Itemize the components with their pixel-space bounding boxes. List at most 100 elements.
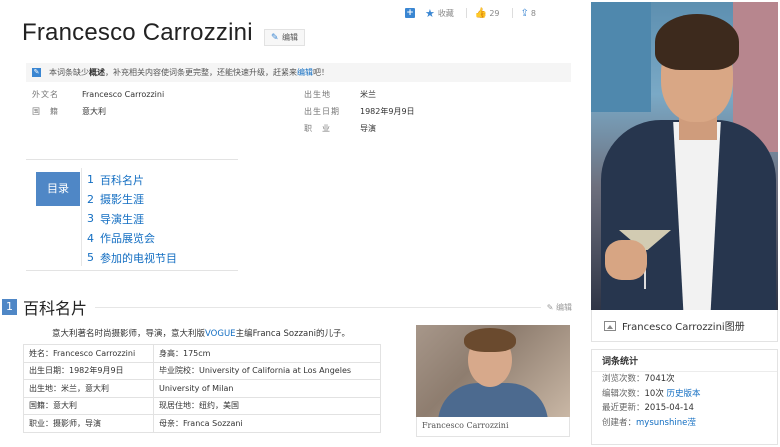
table-row: 国籍：意大利 现居住地：纽约，美国 [23,396,381,415]
basic-info-value: Francesco Carrozzini [82,90,165,99]
photo-background [591,2,651,112]
photo-figure-hair [655,14,739,70]
creator-link[interactable]: mysunshine滢 [636,418,696,428]
toc-item-number: 4 [87,231,94,245]
share-count: 8 [530,8,536,18]
photo-figure-body [438,383,548,417]
basic-info-key: 职 业 [304,124,331,133]
article-photo[interactable] [416,325,570,417]
table-cell: 出生日期：1982年9月9日 [23,361,154,380]
stats-key: 创建者： [602,417,637,428]
stats-row: 浏览次数：7041次 [592,372,777,387]
stats-row: 创建者：mysunshine滢 [592,416,777,431]
toc-item-label: 参加的电视节目 [100,251,177,265]
table-cell: 出生地：米兰，意大利 [23,379,154,398]
pencil-icon: ✎ [546,302,554,312]
stats-key: 编辑次数： [602,388,645,399]
toolbar-divider [465,8,467,18]
plus-square-icon[interactable]: + [405,8,415,18]
section-header: 1 百科名片 ✎ 编辑 [2,296,572,318]
intro-text-after: 主编Franca Sozzani的儿子。 [235,329,350,339]
history-link[interactable]: 历史版本 [667,389,701,399]
basic-info-value: 意大利 [82,107,106,116]
basic-info-row: 职 业 导演 [26,120,571,137]
stats-row: 编辑次数：10次 历史版本 [592,387,777,402]
stats-value: 10次 [644,388,664,399]
share-button[interactable]: ⇪ 8 [521,8,536,19]
stats-key: 浏览次数： [602,374,645,384]
basic-info-value: 1982年9月9日 [360,107,415,116]
article-photo-caption: Francesco Carrozzini [416,417,570,437]
like-button[interactable]: 👍 29 [475,8,500,19]
table-cell: 国籍：意大利 [23,396,154,415]
basic-info-row: 外文名 Francesco Carrozzini 出生地 米兰 [26,86,571,103]
toc-item-number: 3 [87,212,94,226]
toc-item-label: 百科名片 [100,173,144,187]
notice-middle: ，补充相关内容使词条更完整，还能快速升级，赶紧来 [105,68,297,77]
table-row: 职业：摄影师，导演 母亲：Franca Sozzani [23,414,381,433]
edit-button[interactable]: ✎ 编辑 [264,29,305,46]
table-cell: 现居住地：纽约，美国 [153,396,381,415]
favorite-label: 收藏 [437,8,454,18]
basic-info-key: 外文名 [32,90,59,99]
toc-item-number: 5 [87,251,94,265]
toc-label: 目录 [36,172,80,206]
intro-text-before: 意大利著名时尚摄影师，导演，意大利版 [52,329,206,339]
stats-value: 7041次 [644,374,675,384]
side-portrait-photo[interactable] [591,2,778,310]
share-icon: ⇪ [520,7,529,19]
image-icon [604,320,616,331]
table-of-contents: 目录 1 百科名片 2 摄影生涯 3 导演生涯 4 作品展览会 5 参加的电视节目 [26,159,238,271]
notice-edit-link[interactable]: 编辑 [297,67,313,78]
section-edit-label: 编辑 [556,302,572,312]
table-row: 姓名：Francesco Carrozzini 身高：175cm [23,344,381,363]
notice-suffix: 吧！ [313,68,329,77]
like-count: 29 [489,8,500,18]
section-edit-button[interactable]: ✎ 编辑 [547,302,572,313]
stats-header: 词条统计 [592,350,777,372]
toc-item[interactable]: 1 百科名片 [87,170,177,190]
info-table: 姓名：Francesco Carrozzini 身高：175cm 出生日期：19… [23,344,381,433]
article-toolbar: + ★ 收藏 👍 29 ⇪ 8 [405,6,585,20]
table-cell: 毕业院校：University of California at Los Ang… [153,361,381,380]
entry-stats: 词条统计 浏览次数：7041次 编辑次数：10次 历史版本 最近更新：2015-… [591,349,778,445]
basic-info-key: 出生地 [304,90,331,99]
album-link[interactable]: Francesco Carrozzini图册 [591,310,778,342]
edit-label: 编辑 [282,33,298,42]
section-rule [95,306,541,308]
table-row: 出生地：米兰，意大利 University of Milan [23,379,381,398]
toolbar-divider [511,8,513,18]
toc-item-label: 导演生涯 [100,212,144,226]
toc-item[interactable]: 4 作品展览会 [87,229,177,249]
basic-info-key: 出生日期 [304,107,340,116]
section-title: 百科名片 [23,299,88,318]
toc-item-number: 1 [87,173,94,187]
vogue-link[interactable]: VOGUE [205,329,236,339]
pencil-icon: ✎ [271,32,279,43]
toc-divider [81,168,82,266]
stats-key: 最近更新： [602,403,645,413]
table-cell: 姓名：Francesco Carrozzini [23,344,154,363]
basic-info-key: 国 籍 [32,107,59,116]
pencil-icon: ✎ [32,68,41,77]
stats-row: 最近更新：2015-04-14 [592,401,777,416]
notice-bold: 概述 [89,68,105,77]
photo-figure-hand [605,240,647,280]
table-row: 出生日期：1982年9月9日 毕业院校：University of Califo… [23,361,381,380]
notice-prefix: 本词条缺少 [49,68,89,77]
favorite-button[interactable]: ★ 收藏 [425,7,454,20]
table-cell: 职业：摄影师，导演 [23,414,154,433]
toc-item-label: 作品展览会 [100,232,155,246]
incomplete-notice: ✎ 本词条缺少 概述 ，补充相关内容使词条更完整，还能快速升级，赶紧来 编辑 吧！ [26,63,571,82]
thumbs-up-icon: 👍 [474,7,488,19]
basic-info: 外文名 Francesco Carrozzini 出生地 米兰 国 籍 意大利 … [26,86,571,137]
toc-item[interactable]: 3 导演生涯 [87,209,177,229]
stats-value: 2015-04-14 [644,403,694,413]
star-icon: ★ [425,6,435,20]
basic-info-value: 导演 [360,124,376,133]
basic-info-row: 国 籍 意大利 出生日期 1982年9月9日 [26,103,571,120]
toc-item[interactable]: 2 摄影生涯 [87,190,177,210]
basic-info-value: 米兰 [360,90,376,99]
toc-item[interactable]: 5 参加的电视节目 [87,248,177,268]
toc-item-number: 2 [87,192,94,206]
